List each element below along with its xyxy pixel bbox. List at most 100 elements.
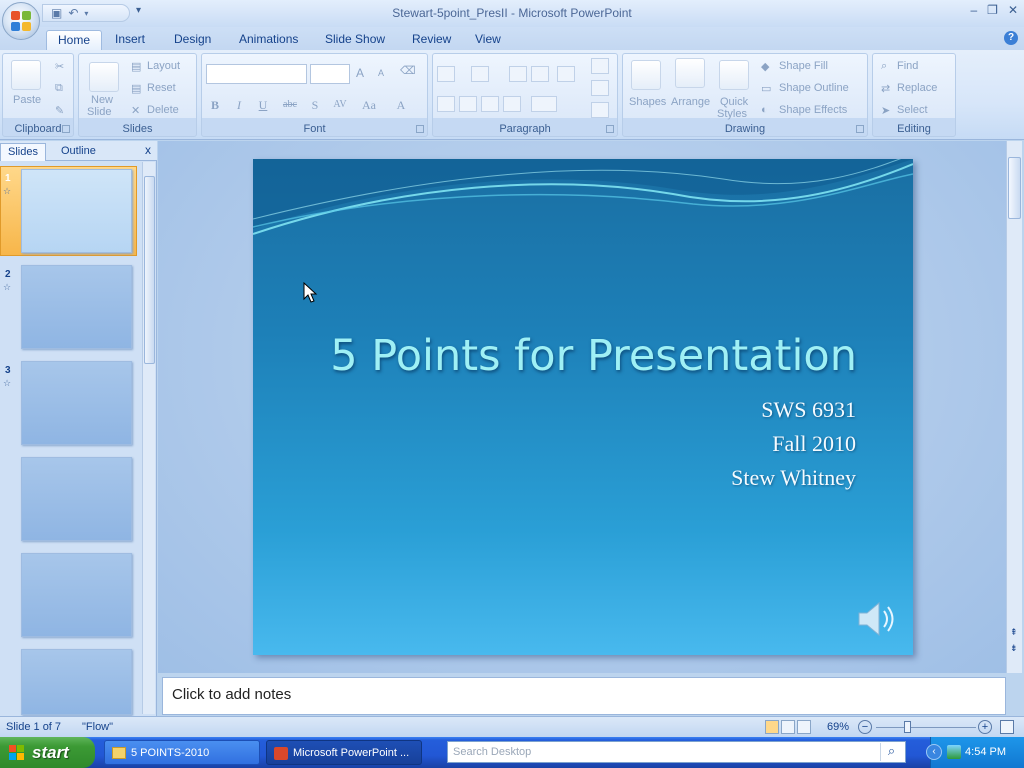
font-launcher-icon[interactable] bbox=[416, 125, 424, 133]
columns-icon[interactable] bbox=[531, 96, 557, 112]
slide-sorter-icon[interactable] bbox=[781, 720, 795, 734]
char-spacing-button[interactable]: AV bbox=[328, 96, 352, 114]
zoom-out-icon[interactable]: − bbox=[858, 720, 872, 734]
reset-button[interactable]: Reset bbox=[147, 82, 176, 94]
align-right-icon[interactable] bbox=[481, 96, 499, 112]
notes-placeholder[interactable]: Click to add notes bbox=[172, 686, 291, 703]
tab-animations[interactable]: Animations bbox=[228, 30, 309, 50]
slide-title[interactable]: 5 Points for Presentation bbox=[330, 331, 857, 381]
new-slide-button[interactable]: New bbox=[91, 94, 113, 106]
slide-scroll-thumb[interactable] bbox=[1008, 157, 1021, 219]
zoom-slider[interactable] bbox=[876, 727, 976, 728]
bullets-icon[interactable] bbox=[437, 66, 455, 82]
slide-thumbnail[interactable] bbox=[21, 265, 132, 349]
tray-expand-icon[interactable]: ‹ bbox=[926, 744, 942, 760]
find-button[interactable]: Find bbox=[897, 60, 918, 72]
align-left-icon[interactable] bbox=[437, 96, 455, 112]
fit-to-window-icon[interactable] bbox=[1000, 720, 1014, 734]
select-button[interactable]: Select bbox=[897, 104, 928, 116]
justify-icon[interactable] bbox=[503, 96, 521, 112]
delete-button[interactable]: Delete bbox=[147, 104, 179, 116]
line-spacing-icon[interactable] bbox=[557, 66, 575, 82]
start-button[interactable]: start bbox=[0, 737, 95, 768]
arrange-icon[interactable] bbox=[675, 58, 705, 88]
network-icon[interactable] bbox=[947, 745, 961, 759]
align-text-icon[interactable] bbox=[591, 80, 609, 96]
tab-insert[interactable]: Insert bbox=[104, 30, 156, 50]
shape-effects-button[interactable]: Shape Effects bbox=[779, 104, 847, 116]
copy-icon[interactable]: ⧉ bbox=[55, 82, 63, 95]
decrease-indent-icon[interactable] bbox=[509, 66, 527, 82]
quick-styles-button[interactable]: Quick bbox=[720, 96, 748, 108]
font-name-combo[interactable] bbox=[206, 64, 307, 84]
arrange-button[interactable]: Arrange bbox=[671, 96, 710, 108]
increase-indent-icon[interactable] bbox=[531, 66, 549, 82]
panel-scrollbar[interactable] bbox=[142, 162, 155, 714]
slide-subtitle-line[interactable]: SWS 6931 bbox=[761, 397, 856, 423]
slide-canvas[interactable]: 5 Points for Presentation SWS 6931 Fall … bbox=[253, 159, 913, 655]
quick-styles-icon[interactable] bbox=[719, 60, 749, 90]
replace-button[interactable]: Replace bbox=[897, 82, 937, 94]
quick-styles-button-line2[interactable]: Styles bbox=[717, 108, 747, 120]
taskbar-item-powerpoint[interactable]: Microsoft PowerPoint ... bbox=[266, 740, 422, 765]
tab-outline[interactable]: Outline bbox=[54, 143, 103, 161]
new-slide-icon[interactable] bbox=[89, 62, 119, 92]
new-slide-button-line2[interactable]: Slide bbox=[87, 106, 111, 118]
layout-button[interactable]: Layout bbox=[147, 60, 180, 72]
drawing-launcher-icon[interactable] bbox=[856, 125, 864, 133]
shapes-button[interactable]: Shapes bbox=[629, 96, 666, 108]
search-icon[interactable]: ⌕ bbox=[880, 743, 902, 761]
slide-subtitle-line[interactable]: Stew Whitney bbox=[731, 465, 856, 491]
smartart-icon[interactable] bbox=[591, 102, 609, 118]
underline-button[interactable]: U bbox=[254, 96, 272, 114]
tab-review[interactable]: Review bbox=[401, 30, 462, 50]
tab-home[interactable]: Home bbox=[46, 30, 103, 50]
shapes-icon[interactable] bbox=[631, 60, 661, 90]
close-panel-icon[interactable]: x bbox=[145, 143, 151, 157]
normal-view-icon[interactable] bbox=[765, 720, 779, 734]
office-button[interactable] bbox=[2, 2, 40, 40]
paste-icon[interactable] bbox=[11, 60, 41, 90]
text-direction-icon[interactable] bbox=[591, 58, 609, 74]
align-center-icon[interactable] bbox=[459, 96, 477, 112]
shadow-button[interactable]: S bbox=[306, 96, 324, 114]
tab-view[interactable]: View bbox=[464, 30, 512, 50]
close-icon[interactable]: ✕ bbox=[1008, 3, 1018, 17]
change-case-button[interactable]: Aa bbox=[358, 96, 380, 114]
clock[interactable]: 4:54 PM bbox=[965, 746, 1006, 758]
grow-font-button[interactable]: A bbox=[356, 66, 364, 80]
font-color-button[interactable]: A bbox=[392, 96, 410, 114]
zoom-in-icon[interactable]: + bbox=[978, 720, 992, 734]
paragraph-launcher-icon[interactable] bbox=[606, 125, 614, 133]
numbering-icon[interactable] bbox=[471, 66, 489, 82]
slide-thumbnail[interactable] bbox=[21, 361, 132, 445]
clipboard-launcher-icon[interactable] bbox=[62, 125, 70, 133]
font-size-combo[interactable] bbox=[310, 64, 350, 84]
speaker-icon[interactable] bbox=[855, 599, 899, 639]
slide-subtitle-line[interactable]: Fall 2010 bbox=[772, 431, 856, 457]
help-icon[interactable]: ? bbox=[1004, 31, 1018, 45]
minimize-icon[interactable]: – bbox=[970, 3, 977, 17]
tab-slides[interactable]: Slides bbox=[0, 143, 46, 161]
zoom-level[interactable]: 69% bbox=[827, 721, 849, 733]
zoom-slider-thumb[interactable] bbox=[904, 721, 911, 733]
italic-button[interactable]: I bbox=[230, 96, 248, 114]
next-slide-icon[interactable]: ⇟ bbox=[1010, 643, 1018, 654]
tab-slide-show[interactable]: Slide Show bbox=[314, 30, 396, 50]
bold-button[interactable]: B bbox=[206, 96, 224, 114]
notes-pane[interactable]: Click to add notes bbox=[162, 677, 1006, 715]
desktop-search-input[interactable]: Search Desktop ⌕ bbox=[447, 741, 906, 763]
cut-icon[interactable]: ✂ bbox=[55, 60, 64, 73]
taskbar-item-folder[interactable]: 5 POINTS-2010 bbox=[104, 740, 260, 765]
paste-button[interactable]: Paste bbox=[13, 94, 41, 106]
restore-icon[interactable]: ❐ bbox=[987, 3, 998, 17]
slide-thumbnail[interactable] bbox=[21, 457, 132, 541]
slide-thumbnail[interactable] bbox=[21, 553, 132, 637]
clear-formatting-icon[interactable]: ⌫ bbox=[400, 64, 416, 77]
shrink-font-button[interactable]: A bbox=[378, 68, 384, 78]
strikethrough-button[interactable]: abc bbox=[278, 96, 302, 114]
slide-thumbnail[interactable] bbox=[21, 169, 132, 253]
slide-thumbnail[interactable] bbox=[21, 649, 132, 715]
panel-scroll-thumb[interactable] bbox=[144, 176, 155, 364]
slide-scrollbar[interactable]: ⇞ ⇟ bbox=[1006, 141, 1022, 673]
